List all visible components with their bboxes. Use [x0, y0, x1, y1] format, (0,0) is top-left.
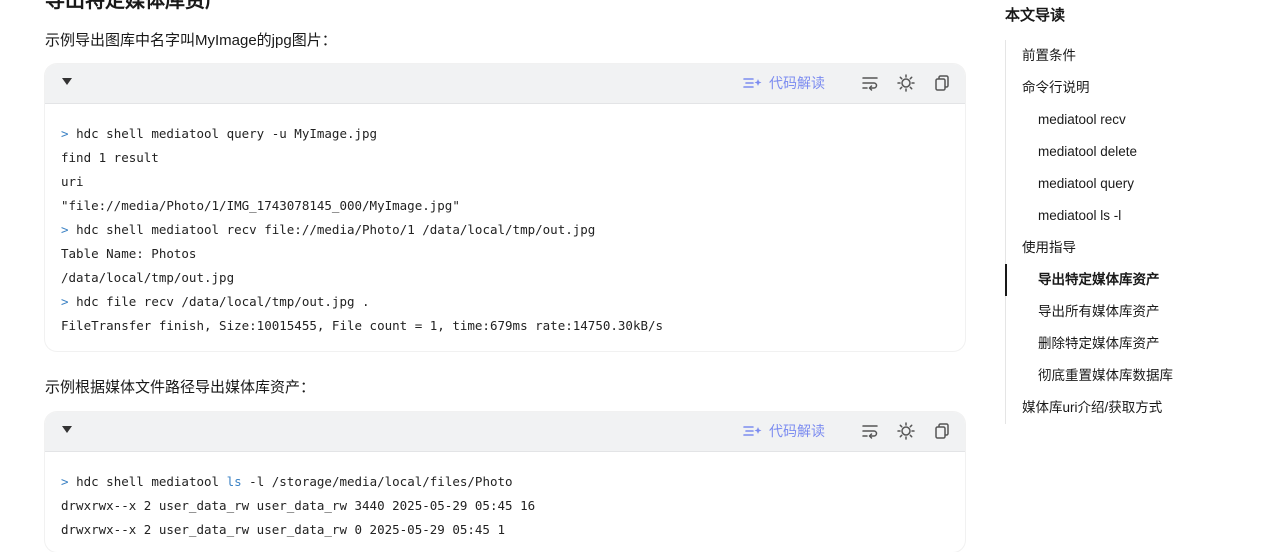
code-line: find 1 result [61, 150, 159, 165]
prompt-symbol: > [61, 126, 69, 141]
prompt-symbol: > [61, 474, 69, 489]
copy-icon[interactable] [933, 422, 951, 440]
copy-icon[interactable] [933, 74, 951, 92]
toc-item[interactable]: 导出所有媒体库资产 [1038, 303, 1160, 321]
word-wrap-icon[interactable] [861, 74, 879, 92]
code-block-header: 代码解读 [45, 412, 965, 452]
word-wrap-icon[interactable] [861, 422, 879, 440]
code-explain-label: 代码解读 [769, 423, 825, 439]
toc-item-active[interactable]: 导出特定媒体库资产 [1038, 271, 1160, 289]
chevron-down-icon[interactable] [62, 78, 72, 85]
toc-item[interactable]: mediatool query [1038, 175, 1134, 193]
chevron-down-icon[interactable] [62, 426, 72, 433]
code-content: > hdc shell mediatool ls -l /storage/med… [45, 452, 965, 542]
toc-item[interactable]: 媒体库uri介绍/获取方式 [1022, 399, 1162, 417]
code-line-text: hdc shell mediatool recv file://media/Ph… [76, 222, 596, 237]
section-heading: 导出特定媒体库资产 [45, 0, 225, 12]
paragraph-export-by-name: 示例导出图库中名字叫MyImage的jpg图片： [45, 32, 337, 49]
toc-item[interactable]: 前置条件 [1022, 47, 1076, 65]
code-line-text: hdc shell mediatool query -u MyImage.jpg [76, 126, 378, 141]
theme-sun-icon[interactable] [897, 74, 915, 92]
code-line-text: -l /storage/media/local/files/Photo [241, 474, 513, 489]
code-line-text: hdc shell mediatool [76, 474, 227, 489]
toc-active-indicator [1005, 264, 1007, 296]
code-explain-label: 代码解读 [769, 75, 825, 91]
code-block-header: 代码解读 [45, 64, 965, 104]
theme-sun-icon[interactable] [897, 422, 915, 440]
toc-item[interactable]: mediatool ls -l [1038, 207, 1121, 225]
code-line: > hdc file recv /data/local/tmp/out.jpg … [61, 290, 949, 314]
toc-list: 前置条件 命令行说明 mediatool recv mediatool dele… [1005, 40, 1206, 424]
toc-item[interactable]: 使用指导 [1022, 239, 1076, 257]
code-line: Table Name: Photos [61, 246, 197, 261]
prompt-symbol: > [61, 294, 69, 309]
code-line: drwxrwx--x 2 user_data_rw user_data_rw 0… [61, 522, 506, 537]
code-explain-button[interactable]: 代码解读 [743, 74, 825, 92]
code-line: > hdc shell mediatool ls -l /storage/med… [61, 470, 949, 494]
code-keyword: ls [226, 474, 242, 489]
code-toolbar: 代码解读 [743, 422, 951, 440]
ai-explain-icon [743, 426, 762, 436]
code-block-1: 代码解读 > hdc shell mediatool query -u MyIm… [45, 64, 965, 351]
code-line: drwxrwx--x 2 user_data_rw user_data_rw 3… [61, 498, 536, 513]
toc-item[interactable]: mediatool delete [1038, 143, 1137, 161]
code-toolbar: 代码解读 [743, 74, 951, 92]
code-line-text: hdc file recv /data/local/tmp/out.jpg . [76, 294, 370, 309]
toc-item[interactable]: 命令行说明 [1022, 79, 1090, 97]
paragraph-export-by-path: 示例根据媒体文件路径导出媒体库资产： [45, 379, 316, 396]
toc-item[interactable]: 彻底重置媒体库数据库 [1038, 367, 1173, 385]
code-line: > hdc shell mediatool query -u MyImage.j… [61, 122, 949, 146]
prompt-symbol: > [61, 222, 69, 237]
toc-item[interactable]: mediatool recv [1038, 111, 1126, 129]
code-line: uri [61, 174, 84, 189]
code-line: FileTransfer finish, Size:10015455, File… [61, 318, 664, 333]
code-block-2: 代码解读 > hdc shell mediatool ls -l /storag… [45, 412, 965, 552]
code-line: /data/local/tmp/out.jpg [61, 270, 235, 285]
code-content: > hdc shell mediatool query -u MyImage.j… [45, 104, 965, 338]
toc-item[interactable]: 删除特定媒体库资产 [1038, 335, 1160, 353]
code-line: "file://media/Photo/1/IMG_1743078145_000… [61, 198, 460, 213]
code-explain-button[interactable]: 代码解读 [743, 422, 825, 440]
code-line: > hdc shell mediatool recv file://media/… [61, 218, 949, 242]
toc-title: 本文导读 [1005, 7, 1066, 24]
ai-explain-icon [743, 78, 762, 88]
